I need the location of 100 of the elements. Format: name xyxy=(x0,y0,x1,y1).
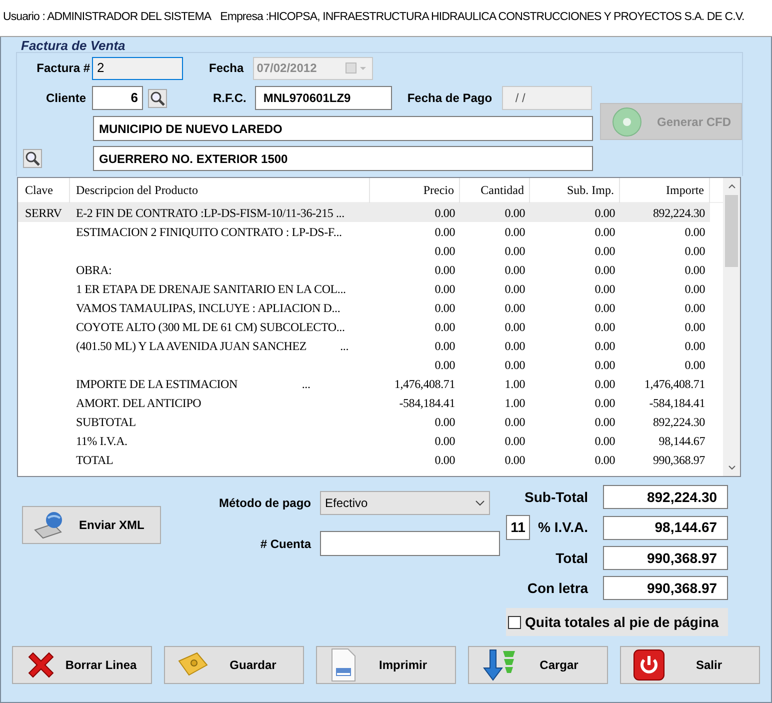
table-cell-text: E-2 FIN DE CONTRATO :LP-DS-FISM-10/11-36-215 ... xyxy=(75,204,346,222)
checkbox-label: Quita totales al pie de página xyxy=(525,612,719,632)
field-label: Método de pago xyxy=(218,495,311,512)
table-cell-text: 0.00 xyxy=(434,338,456,354)
account-field[interactable] xyxy=(320,531,500,556)
search-icon[interactable] xyxy=(23,149,42,168)
total-label: Sub-Total xyxy=(524,488,588,506)
table-cell-text: 0.00 xyxy=(684,280,706,298)
table-cell-text: -584,184.41 xyxy=(648,394,706,412)
scrollbar[interactable] xyxy=(723,178,740,476)
iva-field[interactable]: 98,144.67 xyxy=(603,516,728,540)
client-number-field[interactable]: 6 xyxy=(92,86,143,110)
toolbar-button[interactable]: Imprimir xyxy=(316,646,456,684)
table-cell-text: 0.00 xyxy=(684,300,706,316)
table-cell-text: 0.00 xyxy=(594,242,616,260)
table-cell-text: 0.00 xyxy=(504,432,526,450)
table-cell-text: 0.00 xyxy=(594,318,616,336)
total-label: Con letra xyxy=(527,578,588,598)
iva-rate-field[interactable]: 11 xyxy=(506,515,530,540)
table-cell-text: 0.00 xyxy=(594,414,616,430)
table-cell-text: 0.00 xyxy=(434,224,456,240)
field-label: # Cuenta xyxy=(259,536,311,552)
section-title: Factura de Venta xyxy=(21,38,126,53)
table-cell-text: 0.00 xyxy=(504,204,526,222)
table-cell-text: 0.00 xyxy=(684,356,706,374)
invoice-number-field[interactable]: 2 xyxy=(92,56,183,80)
table-cell-text: SERRV xyxy=(24,204,63,222)
table-cell-text: 0.00 xyxy=(504,300,526,316)
table-cell-text: 0.00 xyxy=(434,452,456,468)
table-cell-text: 990,368.97 xyxy=(652,452,706,468)
total-field[interactable]: 990,368.97 xyxy=(603,546,728,570)
toolbar-button[interactable]: Cargar xyxy=(468,646,608,684)
address-field[interactable]: GUERRERO NO. EXTERIOR 1500 xyxy=(93,146,593,171)
table-cell-text: OBRA: xyxy=(75,262,113,278)
table-cell-text: 0.00 xyxy=(504,318,526,336)
table-cell-text: 0.00 xyxy=(434,242,456,260)
total-label: % I.V.A. xyxy=(538,518,588,537)
table-cell-text: 892,224.30 xyxy=(652,414,706,430)
table-cell-text: 0.00 xyxy=(684,318,706,336)
table-cell-text: 0.00 xyxy=(504,452,526,468)
field-label: Factura # xyxy=(36,60,90,77)
table-cell-text: 0.00 xyxy=(594,204,616,222)
download-arrow-icon xyxy=(481,648,517,682)
table-cell-text: VAMOS TAMAULIPAS, INCLUYE : APLIACION D... xyxy=(75,300,342,316)
table-cell-text: 0.00 xyxy=(594,300,616,316)
table-cell-text: 1.00 xyxy=(504,376,526,392)
table-cell-text: SUBTOTAL xyxy=(75,414,137,430)
subtotal-field[interactable]: 892,224.30 xyxy=(603,485,728,509)
table-cell-text: 0.00 xyxy=(594,452,616,468)
table-cell-text: IMPORTE DE LA ESTIMACION ... xyxy=(75,376,312,392)
toolbar-button[interactable]: Borrar Linea xyxy=(12,646,152,684)
table-cell-text: 0.00 xyxy=(594,394,616,412)
company-label: Empresa :HICOPSA, INFRAESTRUCTURA HIDRAULICA CONSTRUCCIONES Y PROYECTOS S.A. DE C.V. xyxy=(220,10,744,26)
toolbar-button[interactable]: Salir xyxy=(620,646,760,684)
table-cell-text: 1 ER ETAPA DE DRENAJE SANITARIO EN LA COL... xyxy=(75,280,347,298)
table-cell-text: 0.00 xyxy=(504,414,526,430)
field-label: Fecha de Pago xyxy=(407,90,492,107)
table-cell-text: 98,144.67 xyxy=(658,432,706,450)
amount-in-words-field[interactable]: 990,368.97 xyxy=(603,576,728,600)
table-cell-text: 0.00 xyxy=(684,262,706,278)
table-cell-text: 1.00 xyxy=(504,394,526,412)
table-cell-text: 0.00 xyxy=(434,318,456,336)
scroll-up-icon[interactable] xyxy=(728,184,736,189)
rfc-field[interactable]: MNL970601LZ9 xyxy=(255,86,392,110)
table-cell-text: 0.00 xyxy=(594,356,616,374)
table-cell-text: 892,224.30 xyxy=(652,204,706,222)
scroll-down-icon[interactable] xyxy=(728,465,736,470)
table-cell-text: 0.00 xyxy=(434,262,456,278)
table-cell-text: 0.00 xyxy=(684,224,706,240)
table-cell-text: 1,476,408.71 xyxy=(643,376,706,392)
table-cell-text: 0.00 xyxy=(504,262,526,278)
total-label: Total xyxy=(556,548,588,568)
disc-icon xyxy=(611,106,643,138)
table-cell-text: 0.00 xyxy=(504,280,526,298)
checkbox[interactable] xyxy=(508,616,521,628)
search-icon[interactable] xyxy=(148,88,167,108)
client-name-field[interactable]: MUNICIPIO DE NUEVO LAREDO xyxy=(93,116,593,141)
table-cell-text: 11% I.V.A. xyxy=(75,432,128,450)
table-cell-text: 0.00 xyxy=(594,262,616,278)
field-label: Cliente xyxy=(44,90,86,107)
toolbar-button[interactable]: Guardar xyxy=(164,646,304,684)
table-cell-text: 0.00 xyxy=(434,356,456,374)
globe-envelope-icon xyxy=(33,510,65,540)
payment-method-dropdown[interactable]: Efectivo xyxy=(320,491,490,515)
table-cell-text: -584,184.41 xyxy=(398,394,456,412)
table-cell-text: 0.00 xyxy=(504,356,526,374)
table-cell-text: 0.00 xyxy=(684,338,706,354)
printer-document-icon xyxy=(329,648,357,682)
power-icon xyxy=(633,649,665,681)
table-cell-text: 0.00 xyxy=(594,338,616,354)
table-cell-text: 0.00 xyxy=(434,204,456,222)
send-xml-button[interactable]: Enviar XML xyxy=(22,506,161,544)
table-row[interactable]: SERRV E-2 FIN DE CONTRATO :LP-DS-FISM-10/11-36-215 ... 0.00 0.00 0.00 892,224.30 xyxy=(18,203,710,222)
table-cell-text: 0.00 xyxy=(434,300,456,316)
table-cell-text: AMORT. DEL ANTICIPO xyxy=(75,394,202,412)
table-cell-text: 0.00 xyxy=(504,224,526,240)
table-cell-text: (401.50 ML) Y LA AVENIDA JUAN SANCHEZ ... xyxy=(75,338,350,354)
table-cell-text: ESTIMACION 2 FINIQUITO CONTRATO : LP-DS-F... xyxy=(75,224,343,240)
chevron-down-icon xyxy=(475,500,485,506)
scroll-thumb[interactable] xyxy=(725,195,738,267)
